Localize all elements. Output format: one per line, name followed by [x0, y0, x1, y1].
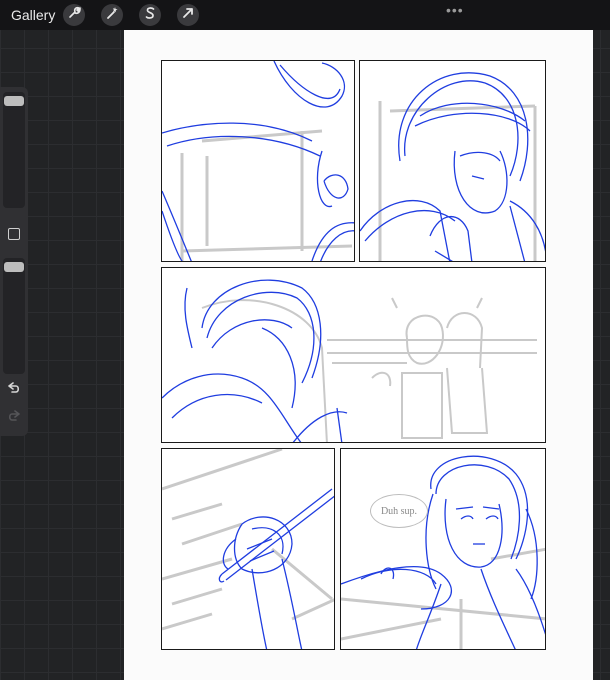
- drawing-canvas[interactable]: Duh sup.: [124, 30, 593, 680]
- speech-bubble: Duh sup.: [370, 494, 428, 528]
- undo-button[interactable]: [7, 381, 21, 397]
- transform-button[interactable]: [177, 4, 199, 26]
- wrench-icon: [67, 6, 81, 25]
- redo-arrow-icon: [8, 410, 20, 421]
- gallery-button[interactable]: Gallery: [11, 7, 55, 23]
- comic-panel-2: [359, 60, 546, 262]
- comic-panel-1: [161, 60, 355, 262]
- sketch-figure-reaching: [162, 61, 354, 261]
- undo-arrow-icon: [8, 382, 20, 393]
- arrow-cursor-icon: [181, 6, 195, 25]
- magic-wand-icon: [105, 6, 119, 25]
- selection-s-icon: [143, 6, 157, 25]
- opacity-slider[interactable]: [3, 258, 25, 374]
- brush-size-slider[interactable]: [3, 92, 25, 208]
- comic-panel-3: [161, 267, 546, 443]
- top-toolbar: Gallery •••: [0, 0, 610, 30]
- sidebar: [0, 87, 28, 436]
- sketch-hand-holding-pen: [162, 449, 334, 649]
- adjustments-button[interactable]: [101, 4, 123, 26]
- opacity-thumb[interactable]: [4, 262, 24, 272]
- modify-button[interactable]: [8, 228, 20, 240]
- actions-button[interactable]: [63, 4, 85, 26]
- redo-button[interactable]: [7, 409, 21, 425]
- selection-button[interactable]: [139, 4, 161, 26]
- comic-panel-5: Duh sup.: [340, 448, 546, 650]
- sketch-girl-portrait: [341, 455, 545, 649]
- sketch-over-shoulder-classroom: [162, 279, 537, 442]
- more-menu-button[interactable]: •••: [446, 2, 464, 18]
- comic-panel-4: [161, 448, 335, 650]
- sketch-girl-hand-to-chin: [360, 72, 545, 261]
- brush-size-thumb[interactable]: [4, 96, 24, 106]
